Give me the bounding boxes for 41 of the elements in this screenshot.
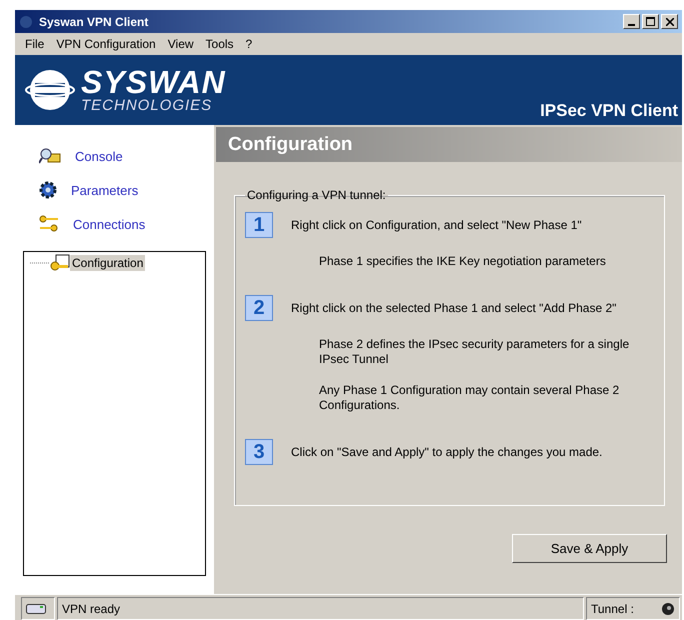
menu-item[interactable]: Tools [200, 37, 240, 51]
menu-item[interactable]: View [162, 37, 200, 51]
app-icon [19, 14, 33, 28]
step-number: 3 [245, 439, 273, 465]
tree-item[interactable]: Configuration [70, 255, 146, 271]
magnifier-icon [39, 147, 61, 165]
minimize-icon [628, 24, 635, 26]
step-note: Phase 2 defines the IPsec security parameters for a single IPsec Tunnel [319, 337, 630, 367]
save-apply-button[interactable]: Save & Apply [512, 534, 667, 563]
sidebar-link[interactable]: Console [23, 139, 206, 173]
step-note: Phase 1 specifies the IKE Key negotiation parameters [319, 254, 607, 269]
sidebar-link[interactable]: Parameters [23, 173, 206, 207]
group-title: Configuring a VPN tunnel: [246, 188, 387, 202]
folder-key-icon [50, 254, 70, 272]
maximize-icon [646, 17, 655, 26]
logo-name: SYSWAN [81, 66, 226, 98]
tunnel-label: Tunnel : [591, 602, 634, 616]
minimize-button[interactable] [623, 14, 640, 29]
step-note: Any Phase 1 Configuration may contain several Phase 2 Configurations. [319, 383, 620, 413]
keys-icon [39, 215, 59, 233]
step-text: Click on "Save and Apply" to apply the changes you made. [291, 445, 602, 459]
status-message: VPN ready [62, 602, 120, 616]
sidebar-link[interactable]: Connections [23, 207, 206, 241]
step-number: 1 [245, 212, 273, 238]
window-title: Syswan VPN Client [39, 14, 150, 28]
menu-item[interactable]: File [19, 37, 50, 51]
step-text: Right click on Configuration, and select "New Phase 1" [291, 218, 582, 232]
maximize-button[interactable] [642, 14, 659, 29]
menu-item[interactable]: VPN Configuration [50, 37, 162, 51]
gear-icon [39, 181, 57, 199]
close-button[interactable] [661, 14, 678, 29]
product-name: IPSec VPN Client [540, 101, 678, 121]
close-icon [666, 18, 674, 26]
logo-icon [25, 67, 75, 113]
tunnel-status-icon [661, 602, 675, 616]
menu-item[interactable]: ? [240, 37, 258, 51]
step-text: Right click on the selected Phase 1 and select "Add Phase 2" [291, 301, 616, 315]
logo-subtitle: TECHNOLOGIES [81, 98, 214, 114]
panel-title: Configuration [228, 134, 353, 156]
step-number: 2 [245, 295, 273, 321]
network-card-icon [26, 602, 46, 614]
